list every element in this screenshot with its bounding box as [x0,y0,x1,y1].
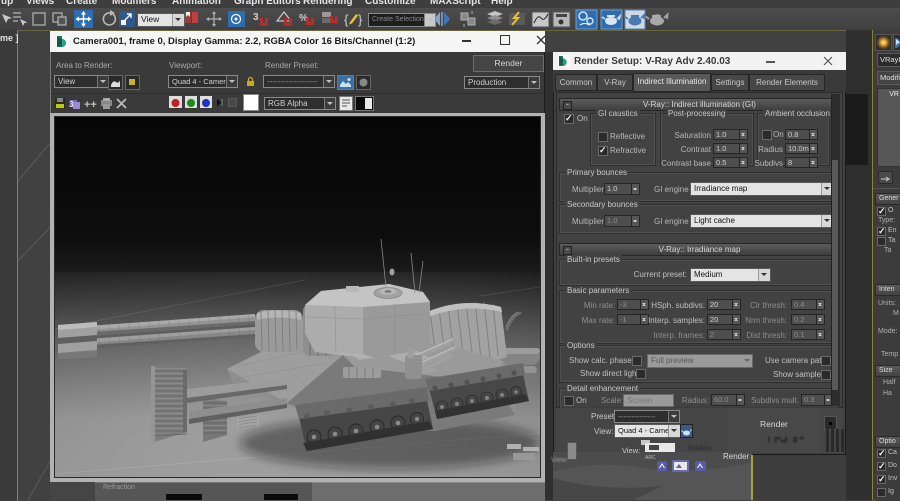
svg-text:}: } [358,12,363,27]
svg-text:3: 3 [253,12,259,23]
svg-text:{: { [344,12,349,27]
svg-text:3: 3 [69,100,74,109]
svg-text:++: ++ [84,99,97,111]
